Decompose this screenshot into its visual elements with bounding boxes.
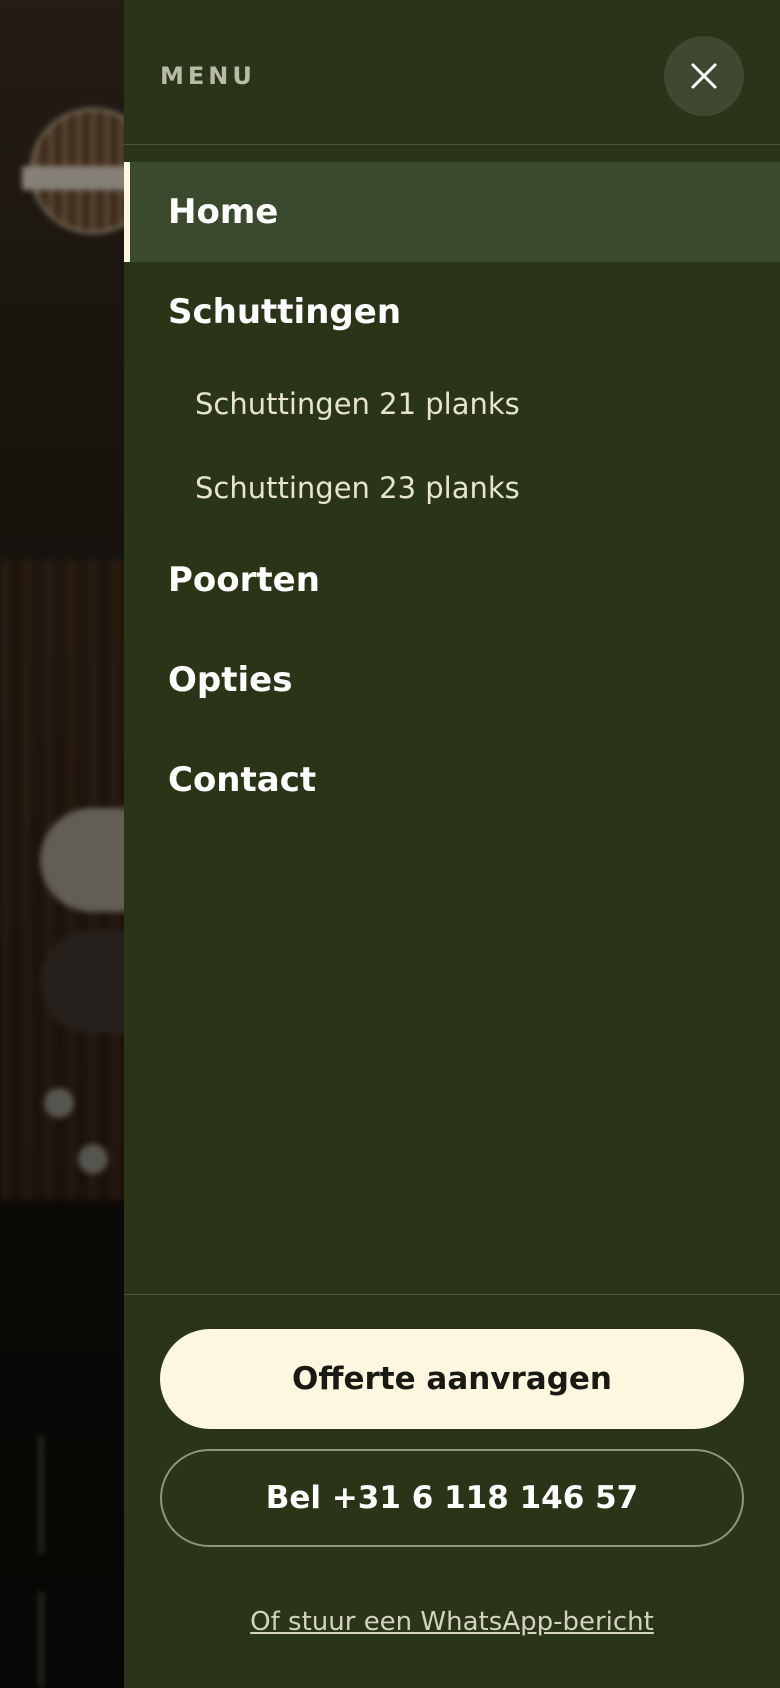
close-icon — [691, 63, 717, 89]
main-nav: Home Schuttingen Schuttingen 21 planks S… — [124, 162, 780, 830]
nav-item-poorten[interactable]: Poorten — [124, 530, 780, 630]
menu-drawer: MENU Home Schuttingen Schuttingen 21 pla… — [124, 0, 780, 1688]
nav-subitem-schuttingen-23-planks[interactable]: Schuttingen 23 planks — [124, 446, 780, 530]
nav-subitem-schuttingen-21-planks[interactable]: Schuttingen 21 planks — [124, 362, 780, 446]
whatsapp-link[interactable]: Of stuur een WhatsApp-bericht — [124, 1607, 780, 1637]
drawer-footer: Offerte aanvragen Bel +31 6 118 146 57 O… — [124, 1294, 780, 1688]
nav-item-contact[interactable]: Contact — [124, 730, 780, 830]
nav-item-home[interactable]: Home — [124, 162, 780, 262]
nav-item-schuttingen[interactable]: Schuttingen — [124, 262, 780, 362]
menu-title: MENU — [160, 62, 256, 90]
call-button[interactable]: Bel +31 6 118 146 57 — [160, 1449, 744, 1547]
drawer-header: MENU — [124, 0, 780, 145]
close-button[interactable] — [664, 36, 744, 116]
request-quote-button[interactable]: Offerte aanvragen — [160, 1329, 744, 1429]
nav-item-opties[interactable]: Opties — [124, 630, 780, 730]
